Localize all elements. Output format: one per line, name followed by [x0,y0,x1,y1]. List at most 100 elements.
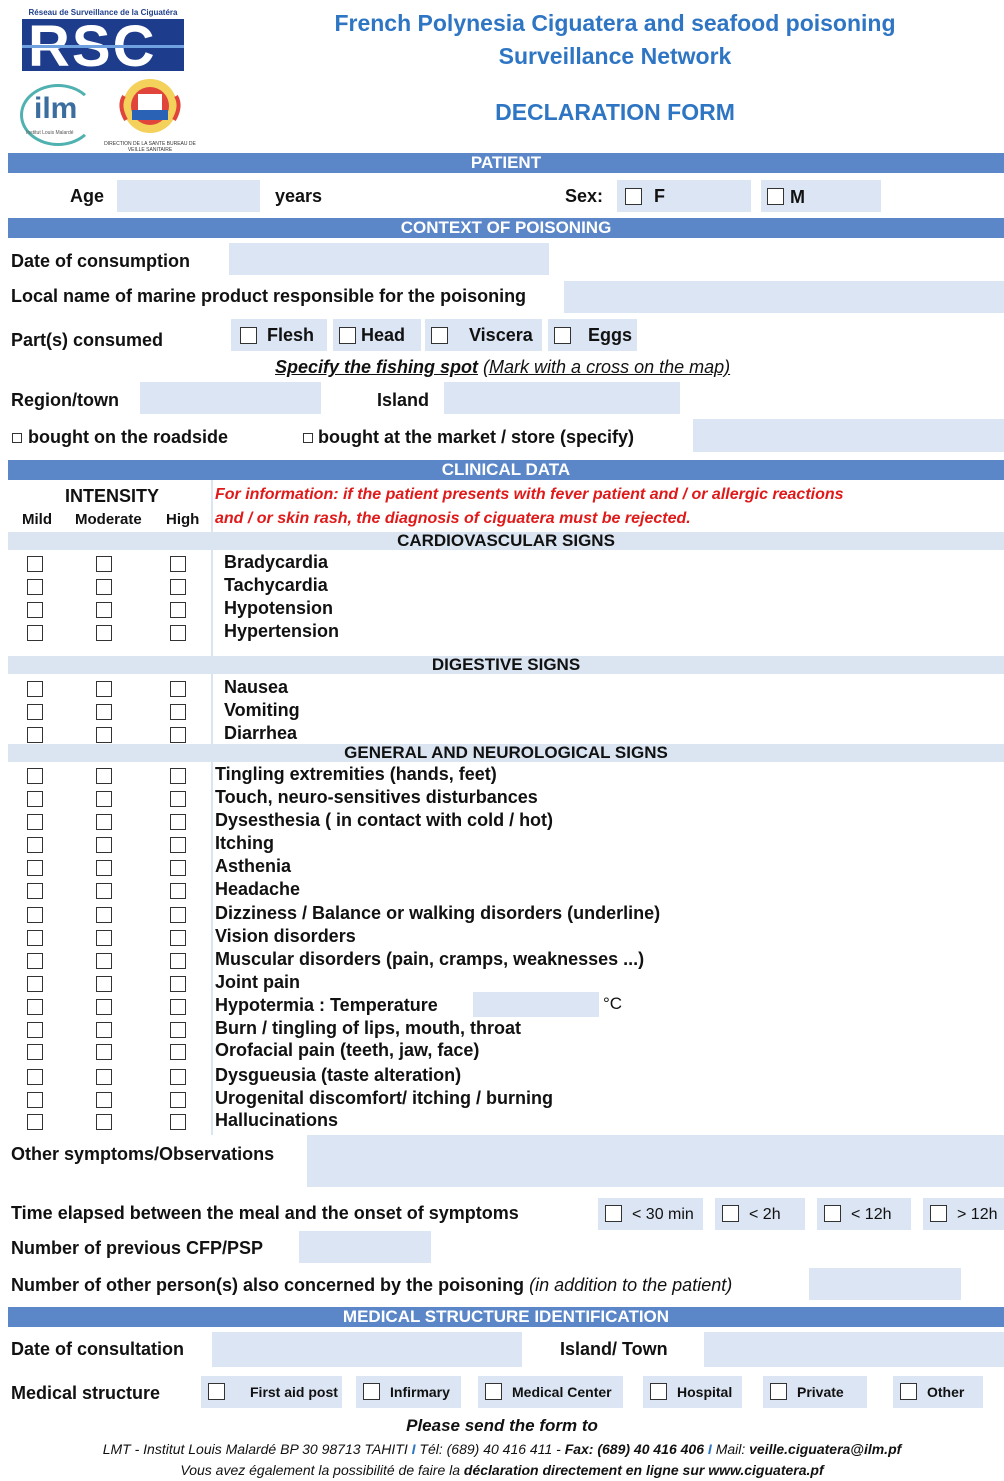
age-field[interactable] [117,180,260,212]
island-field[interactable] [444,382,680,414]
general-sign-high-checkbox[interactable] [170,1092,186,1108]
general-sign-high-checkbox[interactable] [170,907,186,923]
cardio-sign-moderate-checkbox[interactable] [96,602,112,618]
general-sign-moderate-checkbox[interactable] [96,1022,112,1038]
general-sign-high-checkbox[interactable] [170,791,186,807]
cardio-sign-moderate-checkbox[interactable] [96,625,112,641]
time-option-checkbox[interactable] [722,1205,739,1222]
online-link[interactable]: déclaration directement en ligne sur www… [464,1462,824,1478]
cardio-sign-mild-checkbox[interactable] [27,579,43,595]
previous-cfp-field[interactable] [299,1231,431,1263]
digestive-sign-mild-checkbox[interactable] [27,704,43,720]
general-sign-moderate-checkbox[interactable] [96,1114,112,1130]
structure-option-checkbox[interactable] [485,1383,502,1400]
general-sign-moderate-checkbox[interactable] [96,837,112,853]
general-sign-mild-checkbox[interactable] [27,883,43,899]
structure-option-checkbox[interactable] [900,1383,917,1400]
general-sign-high-checkbox[interactable] [170,883,186,899]
general-sign-high-checkbox[interactable] [170,814,186,830]
general-sign-high-checkbox[interactable] [170,1069,186,1085]
part-head-checkbox[interactable] [339,327,356,344]
general-sign-moderate-checkbox[interactable] [96,883,112,899]
general-sign-high-checkbox[interactable] [170,953,186,969]
general-sign-high-checkbox[interactable] [170,1044,186,1060]
general-sign-mild-checkbox[interactable] [27,791,43,807]
general-sign-moderate-checkbox[interactable] [96,1069,112,1085]
general-sign-moderate-checkbox[interactable] [96,814,112,830]
sex-m-checkbox[interactable] [767,188,784,205]
cardio-sign-high-checkbox[interactable] [170,579,186,595]
other-persons-field[interactable] [809,1268,961,1300]
general-sign-high-checkbox[interactable] [170,1022,186,1038]
local-name-field[interactable] [564,281,1004,313]
time-option-checkbox[interactable] [605,1205,622,1222]
general-sign-mild-checkbox[interactable] [27,1022,43,1038]
general-sign-mild-checkbox[interactable] [27,768,43,784]
general-sign-moderate-checkbox[interactable] [96,1092,112,1108]
general-sign-high-checkbox[interactable] [170,860,186,876]
general-sign-moderate-checkbox[interactable] [96,768,112,784]
sex-f-checkbox[interactable] [625,188,642,205]
cardio-sign-mild-checkbox[interactable] [27,602,43,618]
part-eggs-checkbox[interactable] [554,327,571,344]
general-sign-mild-checkbox[interactable] [27,999,43,1015]
general-sign-high-checkbox[interactable] [170,930,186,946]
general-sign-mild-checkbox[interactable] [27,837,43,853]
general-sign-mild-checkbox[interactable] [27,860,43,876]
time-option-checkbox[interactable] [824,1205,841,1222]
general-sign-mild-checkbox[interactable] [27,814,43,830]
temperature-field[interactable] [473,992,599,1017]
cardio-sign-high-checkbox[interactable] [170,602,186,618]
general-sign-high-checkbox[interactable] [170,837,186,853]
cardio-sign-moderate-checkbox[interactable] [96,579,112,595]
roadside-checkbox[interactable] [12,433,22,443]
market-checkbox[interactable] [303,433,313,443]
general-sign-moderate-checkbox[interactable] [96,976,112,992]
general-sign-mild-checkbox[interactable] [27,930,43,946]
general-sign-high-checkbox[interactable] [170,999,186,1015]
structure-option-checkbox[interactable] [770,1383,787,1400]
structure-option-checkbox[interactable] [208,1383,225,1400]
other-symptoms-field[interactable] [307,1135,1004,1187]
general-sign-moderate-checkbox[interactable] [96,953,112,969]
digestive-sign-high-checkbox[interactable] [170,727,186,743]
general-sign-mild-checkbox[interactable] [27,1044,43,1060]
structure-option-checkbox[interactable] [650,1383,667,1400]
time-option-checkbox[interactable] [930,1205,947,1222]
cardio-sign-moderate-checkbox[interactable] [96,556,112,572]
general-sign-moderate-checkbox[interactable] [96,1044,112,1060]
general-sign-mild-checkbox[interactable] [27,953,43,969]
general-sign-mild-checkbox[interactable] [27,976,43,992]
structure-option-checkbox[interactable] [363,1383,380,1400]
cardio-sign-mild-checkbox[interactable] [27,556,43,572]
general-sign-mild-checkbox[interactable] [27,1092,43,1108]
digestive-sign-moderate-checkbox[interactable] [96,681,112,697]
part-flesh-checkbox[interactable] [240,327,257,344]
general-sign-moderate-checkbox[interactable] [96,791,112,807]
general-sign-high-checkbox[interactable] [170,976,186,992]
general-sign-moderate-checkbox[interactable] [96,907,112,923]
digestive-sign-mild-checkbox[interactable] [27,681,43,697]
digestive-sign-high-checkbox[interactable] [170,681,186,697]
cardio-sign-mild-checkbox[interactable] [27,625,43,641]
digestive-sign-moderate-checkbox[interactable] [96,704,112,720]
general-sign-high-checkbox[interactable] [170,1114,186,1130]
date-consumption-field[interactable] [229,243,549,275]
cardio-sign-high-checkbox[interactable] [170,625,186,641]
general-sign-high-checkbox[interactable] [170,768,186,784]
general-sign-mild-checkbox[interactable] [27,1114,43,1130]
digestive-sign-mild-checkbox[interactable] [27,727,43,743]
digestive-sign-moderate-checkbox[interactable] [96,727,112,743]
digestive-sign-high-checkbox[interactable] [170,704,186,720]
general-sign-mild-checkbox[interactable] [27,907,43,923]
general-sign-mild-checkbox[interactable] [27,1069,43,1085]
island-town-field[interactable] [704,1332,1004,1367]
general-sign-moderate-checkbox[interactable] [96,860,112,876]
general-sign-moderate-checkbox[interactable] [96,930,112,946]
mail-link[interactable]: veille.ciguatera@ilm.pf [749,1441,901,1457]
region-town-field[interactable] [140,382,321,414]
consultation-date-field[interactable] [212,1332,522,1367]
market-specify-field[interactable] [693,419,1004,452]
general-sign-moderate-checkbox[interactable] [96,999,112,1015]
part-viscera-checkbox[interactable] [431,327,448,344]
